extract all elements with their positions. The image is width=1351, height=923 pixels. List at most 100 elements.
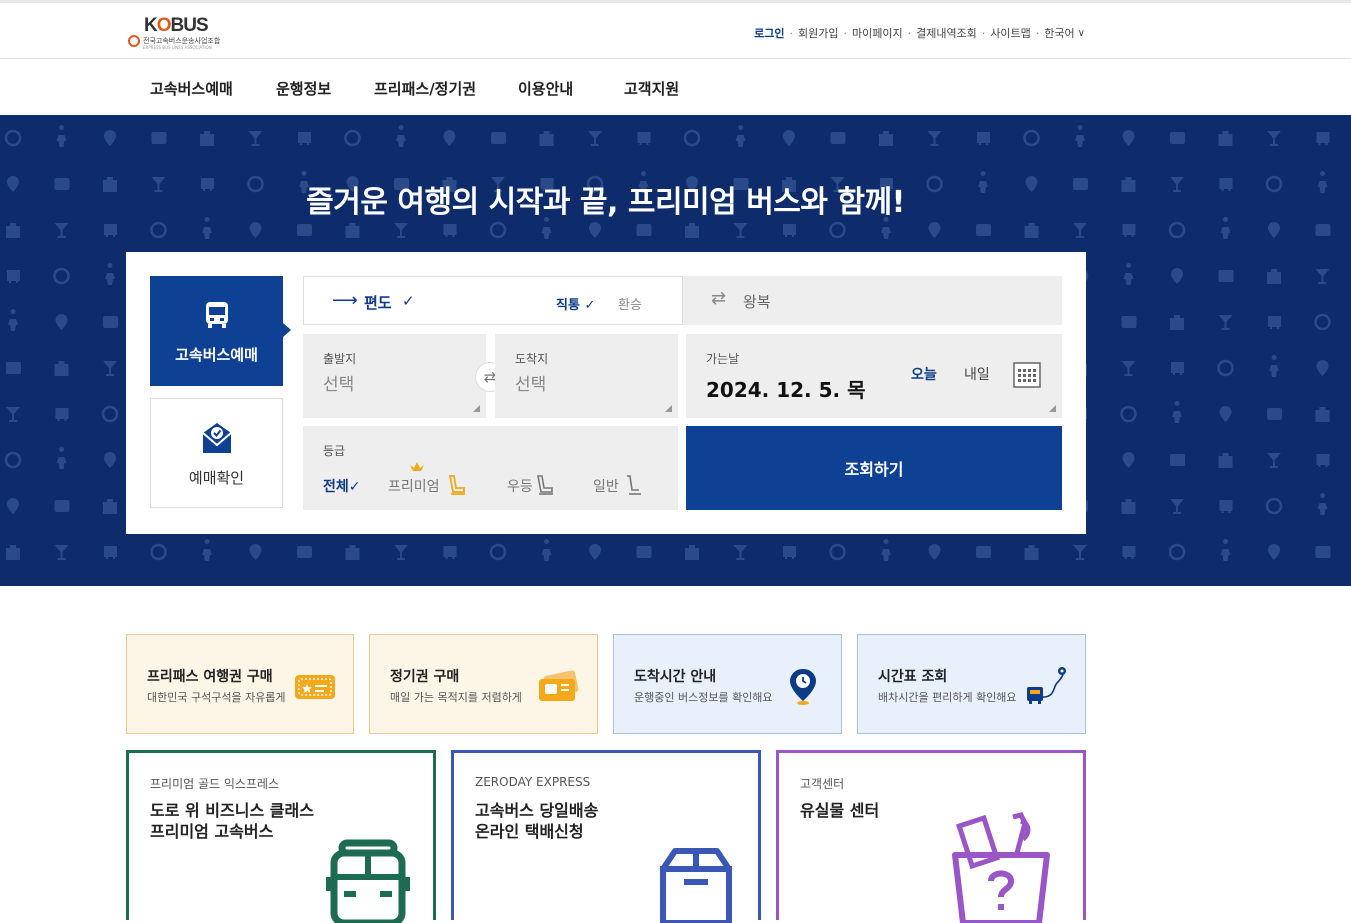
pattern-icon (685, 545, 699, 560)
pattern-icon (683, 129, 701, 147)
calendar-icon[interactable] (1013, 362, 1041, 388)
language-selector[interactable]: 한국어 (1044, 25, 1074, 41)
arrow-right-icon: ⟶ (332, 290, 358, 311)
premium-seat-icon (448, 475, 465, 495)
pattern-icon (1170, 454, 1185, 466)
check-icon: ✓ (402, 292, 415, 310)
pattern-icon (1170, 499, 1184, 514)
kobus-logo[interactable]: KOBUS 전국고속버스운송사업조합 EXPRESS BUS LINES ASS… (128, 15, 220, 51)
pattern-icon (6, 545, 20, 560)
grade-general-option[interactable]: 일반 (593, 476, 619, 496)
tab-label: 예매확인 (188, 469, 245, 487)
pattern-icon (7, 498, 19, 514)
banner-title: 유실물 센터 (800, 801, 880, 820)
pattern-icon (1268, 316, 1281, 329)
separator: · (907, 26, 912, 40)
pattern-icon (685, 223, 699, 238)
mypage-link[interactable]: 마이페이지 (852, 25, 903, 41)
pattern-icon (541, 539, 552, 561)
pattern-icon (298, 132, 311, 145)
logo-mark-icon (128, 35, 140, 47)
pattern-icon (1120, 405, 1137, 423)
pattern-icon (829, 221, 846, 239)
pattern-icon (928, 222, 941, 238)
pattern-icon (1218, 270, 1234, 282)
pattern-icon (1267, 408, 1282, 420)
sitemap-link[interactable]: 사이트맵 (990, 25, 1030, 41)
login-link[interactable]: 로그인 (754, 25, 784, 41)
trip-type-oneway[interactable]: ⟶ 편도 ✓ 직통 ✓ 환승 (303, 276, 683, 325)
pattern-icon (1219, 178, 1233, 191)
search-button[interactable]: 조회하기 (686, 426, 1062, 510)
departure-field[interactable]: 출발지 선택 (303, 334, 486, 418)
pattern-icon (735, 125, 746, 147)
today-button[interactable]: 오늘 (911, 364, 937, 384)
pattern-icon (1170, 315, 1184, 330)
pattern-icon (928, 544, 941, 560)
pattern-icon (443, 224, 457, 237)
date-label: 가는날 (706, 352, 740, 366)
pattern-icon (1024, 545, 1039, 560)
main-nav: 고속버스예매 운행정보 프리패스/정기권 이용안내 고객지원 (0, 59, 1351, 116)
pattern-icon (54, 500, 70, 512)
season-pass-purchase-card[interactable]: 정기권 구매 매일 가는 목적지를 저렴하게 (369, 634, 598, 734)
pattern-icon (1219, 500, 1233, 513)
pattern-icon (783, 546, 796, 559)
pattern-icon (443, 546, 457, 559)
pattern-icon (1171, 362, 1184, 375)
arrival-field[interactable]: 도착지 선택 (495, 334, 678, 418)
nav-route-info[interactable]: 운행정보 (276, 78, 331, 99)
nav-freepass[interactable]: 프리패스/정기권 (374, 78, 476, 99)
nav-guide[interactable]: 이용안내 (518, 78, 573, 99)
banner-kicker: 프리미엄 골드 익스프레스 (150, 777, 280, 791)
lost-and-found-banner[interactable]: 고객센터 유실물 센터 (776, 750, 1086, 923)
pattern-icon (1073, 223, 1087, 238)
hero-title: 즐거운 여행의 시작과 끝, 프리미엄 버스와 함께! (306, 185, 905, 220)
tab-reservation-check[interactable]: 예매확인 (150, 398, 283, 508)
banner-title: 도로 위 비즈니스 클래스 프리미엄 고속버스 (150, 801, 314, 841)
pattern-icon (1218, 453, 1233, 468)
grade-all-option[interactable]: 전체✓ (323, 476, 361, 496)
pattern-icon (54, 361, 69, 376)
pattern-icon (636, 546, 652, 558)
tomorrow-button[interactable]: 내일 (964, 364, 990, 384)
trip-type-roundtrip[interactable]: ⇄ 왕복 (683, 276, 1062, 325)
pattern-icon (249, 544, 262, 560)
grade-selector: 등급 전체✓ 프리미엄 우등 일반 (303, 426, 678, 510)
pattern-icon (489, 543, 507, 561)
separator: · (843, 26, 847, 40)
swap-arrows-icon: ⇄ (711, 288, 727, 309)
pattern-icon (1220, 539, 1231, 561)
zeroday-express-banner[interactable]: ZERODAY EXPRESS 고속버스 당일배송 온라인 택배신청 (451, 750, 761, 923)
ticket-icon (295, 675, 335, 699)
timetable-card[interactable]: 시간표 조회 배차시간을 편리하게 확인해요 (857, 634, 1086, 734)
pattern-icon (1316, 132, 1330, 145)
pattern-icon (1219, 406, 1232, 422)
location-clock-icon (790, 669, 816, 705)
arrival-time-card[interactable]: 도착시간 안내 운행중인 버스정보를 확인해요 (613, 634, 842, 734)
grade-premium-option[interactable]: 프리미엄 (388, 476, 440, 496)
signup-link[interactable]: 회원가입 (798, 25, 838, 41)
nav-support[interactable]: 고객지원 (624, 78, 679, 99)
pattern-icon (1171, 268, 1183, 284)
direct-option[interactable]: 직통 ✓ (556, 294, 595, 313)
transfer-option[interactable]: 환승 (618, 294, 642, 313)
general-seat-icon (627, 475, 641, 495)
payment-history-link[interactable]: 결제내역조회 (916, 25, 977, 41)
premium-gold-express-banner[interactable]: 프리미엄 골드 익스프레스 도로 위 비즈니스 클래스 프리미엄 고속버스 (126, 750, 436, 923)
pattern-icon (8, 309, 18, 331)
pattern-icon (733, 223, 748, 238)
pattern-icon (103, 361, 117, 376)
pattern-icon (105, 263, 115, 285)
pattern-icon (1316, 360, 1329, 376)
departure-value: 선택 (323, 375, 355, 395)
freepass-purchase-card[interactable]: 프리패스 여행권 구매 대한민국 구석구석을 자유롭게 (126, 634, 354, 734)
pattern-icon (829, 543, 846, 561)
pass-icon (539, 670, 579, 701)
date-field[interactable]: 가는날 2024. 12. 5. 목 오늘 내일 (686, 334, 1062, 418)
nav-reservation[interactable]: 고속버스예매 (150, 78, 233, 99)
pattern-icon (783, 130, 795, 146)
grade-first-option[interactable]: 우등 (507, 476, 533, 496)
pattern-icon (1265, 175, 1283, 193)
tab-bus-reservation[interactable]: 고속버스예매 (150, 276, 291, 386)
